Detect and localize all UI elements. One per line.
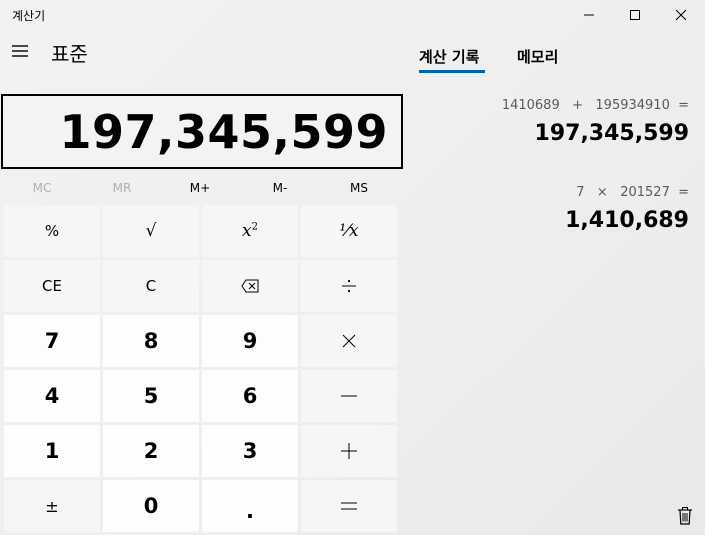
clear-label: C <box>145 277 157 295</box>
digit-7-label: 7 <box>44 329 60 353</box>
display-value: 197,345,599 <box>59 104 388 159</box>
minimize-icon <box>584 14 594 16</box>
digit-9-label: 9 <box>242 329 258 353</box>
equals-button[interactable] <box>301 480 397 532</box>
subtract-button[interactable] <box>301 370 397 422</box>
negate-button[interactable]: ± <box>4 480 100 532</box>
digit-9-button[interactable]: 9 <box>202 315 298 367</box>
backspace-icon <box>241 279 259 293</box>
digit-1-label: 1 <box>44 439 60 463</box>
backspace-button[interactable] <box>202 260 298 312</box>
memory-recall-button[interactable]: MR <box>82 178 162 198</box>
tab-memory[interactable]: 메모리 <box>517 46 558 67</box>
tab-history[interactable]: 계산 기록 <box>419 46 479 67</box>
history-result[interactable]: 197,345,599 <box>535 121 689 146</box>
digit-2-button[interactable]: 2 <box>103 425 199 477</box>
history-expression[interactable]: 7 × 201527 = <box>576 185 689 200</box>
plus-icon <box>341 443 357 459</box>
trash-icon <box>678 507 692 525</box>
square-exponent: 2 <box>251 221 258 233</box>
maximize-button[interactable] <box>612 0 658 30</box>
decimal-button[interactable]: . <box>202 480 298 532</box>
digit-0-label: 0 <box>143 494 159 518</box>
clear-entry-label: CE <box>42 277 62 295</box>
mode-title: 표준 <box>51 42 88 66</box>
navigation-menu-button[interactable] <box>10 42 30 60</box>
digit-1-button[interactable]: 1 <box>4 425 100 477</box>
percent-label: % <box>44 222 60 240</box>
keypad: % √ x2 ¹⁄x CE C 7 8 9 4 5 6 1 2 3 ± 0 . <box>3 204 401 535</box>
digit-2-label: 2 <box>143 439 159 463</box>
memory-subtract-button[interactable]: M- <box>240 178 320 198</box>
square-button[interactable]: x2 <box>202 205 298 257</box>
history-expression[interactable]: 1410689 + 195934910 = <box>502 98 689 113</box>
negate-label: ± <box>45 496 59 516</box>
clear-history-button[interactable] <box>675 506 695 526</box>
digit-6-button[interactable]: 6 <box>202 370 298 422</box>
digit-8-button[interactable]: 8 <box>103 315 199 367</box>
app-title: 계산기 <box>12 9 46 23</box>
multiply-icon <box>342 334 356 348</box>
result-display: 197,345,599 <box>1 94 403 169</box>
title-bar: 계산기 <box>0 0 705 32</box>
memory-row: MC MR M+ M- MS <box>0 178 404 198</box>
digit-6-label: 6 <box>242 384 258 408</box>
percent-button[interactable]: % <box>4 205 100 257</box>
digit-5-button[interactable]: 5 <box>103 370 199 422</box>
minus-icon <box>341 395 357 397</box>
history-result[interactable]: 1,410,689 <box>565 208 689 233</box>
digit-7-button[interactable]: 7 <box>4 315 100 367</box>
memory-store-button[interactable]: MS <box>319 178 399 198</box>
square-root-label: √ <box>145 221 157 241</box>
digit-4-label: 4 <box>44 384 60 408</box>
add-button[interactable] <box>301 425 397 477</box>
equals-icon <box>341 502 357 510</box>
square-root-button[interactable]: √ <box>103 205 199 257</box>
square-label: x2 <box>242 221 258 241</box>
multiply-button[interactable] <box>301 315 397 367</box>
close-icon <box>675 9 687 21</box>
clear-button[interactable]: C <box>103 260 199 312</box>
memory-add-button[interactable]: M+ <box>160 178 240 198</box>
clear-entry-button[interactable]: CE <box>4 260 100 312</box>
reciprocal-label: ¹⁄x <box>339 221 359 241</box>
divide-button[interactable] <box>301 260 397 312</box>
memory-clear-button[interactable]: MC <box>2 178 82 198</box>
divide-icon <box>342 279 356 293</box>
hamburger-icon <box>12 45 28 57</box>
digit-5-label: 5 <box>143 384 159 408</box>
digit-3-button[interactable]: 3 <box>202 425 298 477</box>
digit-0-button[interactable]: 0 <box>103 480 199 532</box>
digit-3-label: 3 <box>242 439 258 463</box>
maximize-icon <box>630 10 640 20</box>
digit-4-button[interactable]: 4 <box>4 370 100 422</box>
square-base: x <box>242 221 252 241</box>
minimize-button[interactable] <box>566 0 612 30</box>
reciprocal-button[interactable]: ¹⁄x <box>301 205 397 257</box>
close-button[interactable] <box>658 0 704 30</box>
active-tab-indicator <box>419 70 485 73</box>
digit-8-label: 8 <box>143 329 159 353</box>
decimal-label: . <box>246 499 254 523</box>
